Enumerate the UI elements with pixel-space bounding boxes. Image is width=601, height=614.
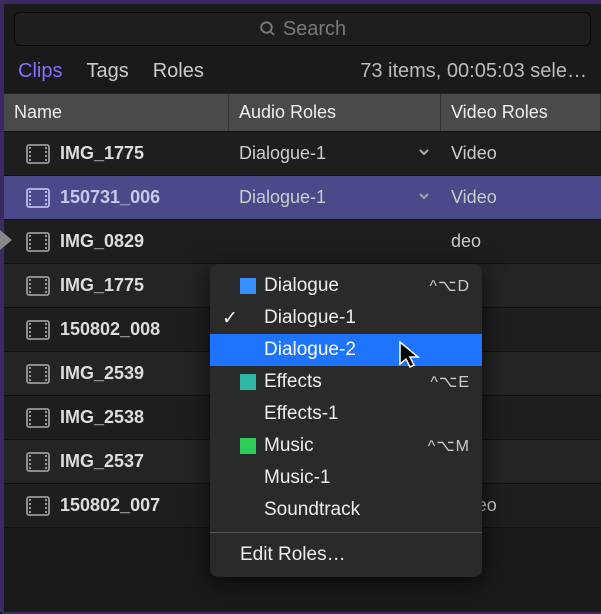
- clip-name: IMG_1775: [60, 143, 144, 164]
- dropdown-item[interactable]: Effects-1: [210, 398, 482, 430]
- dropdown-item[interactable]: ✓ Dialogue-1: [210, 302, 482, 334]
- clip-name: 150802_007: [60, 495, 160, 516]
- clip-icon: [26, 319, 50, 341]
- clip-icon: [26, 143, 50, 165]
- role-color-swatch: [240, 278, 256, 294]
- keyboard-shortcut: ^⌥M: [428, 436, 470, 456]
- column-header-video-roles[interactable]: Video Roles: [441, 94, 601, 131]
- video-role-value: Video: [451, 187, 497, 208]
- table-row[interactable]: 150731_006 Dialogue-1 Video: [4, 176, 601, 220]
- dropdown-item-label: Edit Roles…: [240, 544, 470, 566]
- tab-clips[interactable]: Clips: [18, 60, 62, 83]
- clip-name: IMG_1775: [60, 275, 144, 296]
- video-role-value: deo: [451, 231, 481, 252]
- checkmark-icon: ✓: [220, 307, 240, 330]
- clip-icon: [26, 451, 50, 473]
- clip-icon: [26, 363, 50, 385]
- tab-roles[interactable]: Roles: [153, 60, 204, 83]
- chevron-down-icon: [417, 145, 431, 159]
- chevron-down-icon: [417, 189, 431, 203]
- edit-roles-item[interactable]: Edit Roles…: [210, 539, 482, 571]
- dropdown-item[interactable]: Soundtrack: [210, 494, 482, 526]
- video-role-cell[interactable]: Video: [441, 176, 601, 219]
- dropdown-item-label: Music-1: [264, 467, 470, 489]
- table-row[interactable]: IMG_1775 Dialogue-1 Video: [4, 132, 601, 176]
- dropdown-item-label: Effects-1: [264, 403, 470, 425]
- table-row[interactable]: IMG_0829 deo: [4, 220, 601, 264]
- audio-role-value: Dialogue-1: [239, 187, 326, 208]
- video-role-cell[interactable]: Video: [441, 132, 601, 175]
- dropdown-item-label: Dialogue-2: [264, 339, 470, 361]
- playhead-marker: [0, 230, 12, 250]
- dropdown-item[interactable]: Dialogue-2: [210, 334, 482, 366]
- dropdown-item[interactable]: Dialogue^⌥D: [210, 270, 482, 302]
- tab-tags[interactable]: Tags: [86, 60, 128, 83]
- dropdown-item[interactable]: Music^⌥M: [210, 430, 482, 462]
- clip-name: 150802_008: [60, 319, 160, 340]
- clip-icon: [26, 275, 50, 297]
- audio-role-cell[interactable]: Dialogue-1: [229, 176, 441, 219]
- audio-role-cell[interactable]: Dialogue-1: [229, 132, 441, 175]
- search-field[interactable]: Search: [14, 12, 591, 46]
- video-role-cell[interactable]: deo: [441, 220, 601, 263]
- video-role-value: Video: [451, 143, 497, 164]
- column-header-name[interactable]: Name: [4, 94, 229, 131]
- dropdown-item-label: Music: [264, 435, 428, 457]
- keyboard-shortcut: ^⌥E: [430, 372, 470, 392]
- audio-roles-dropdown[interactable]: Dialogue^⌥D✓Dialogue-1Dialogue-2Effects^…: [210, 264, 482, 577]
- audio-role-value: Dialogue-1: [239, 143, 326, 164]
- search-placeholder: Search: [283, 18, 346, 41]
- dropdown-item-label: Soundtrack: [264, 499, 470, 521]
- selection-status: 73 items, 00:05:03 sele…: [360, 60, 587, 83]
- clip-icon: [26, 187, 50, 209]
- clip-name: IMG_2539: [60, 363, 144, 384]
- role-color-swatch: [240, 438, 256, 454]
- column-header-audio-roles[interactable]: Audio Roles: [229, 94, 441, 131]
- dropdown-item-label: Effects: [264, 371, 430, 393]
- audio-role-cell[interactable]: [229, 220, 441, 263]
- column-headers: Name Audio Roles Video Roles: [4, 93, 601, 132]
- clip-name: IMG_2537: [60, 451, 144, 472]
- keyboard-shortcut: ^⌥D: [430, 276, 471, 296]
- clip-name: IMG_0829: [60, 231, 144, 252]
- dropdown-item-label: Dialogue: [264, 275, 430, 297]
- clip-name: 150731_006: [60, 187, 160, 208]
- clip-icon: [26, 231, 50, 253]
- dropdown-item[interactable]: Music-1: [210, 462, 482, 494]
- dropdown-separator: [210, 532, 482, 533]
- clip-name: IMG_2538: [60, 407, 144, 428]
- tabs-row: Clips Tags Roles 73 items, 00:05:03 sele…: [4, 52, 601, 93]
- clip-icon: [26, 407, 50, 429]
- search-icon: [259, 20, 277, 38]
- clip-icon: [26, 495, 50, 517]
- role-color-swatch: [240, 374, 256, 390]
- dropdown-item-label: Dialogue-1: [264, 307, 470, 329]
- dropdown-item[interactable]: Effects^⌥E: [210, 366, 482, 398]
